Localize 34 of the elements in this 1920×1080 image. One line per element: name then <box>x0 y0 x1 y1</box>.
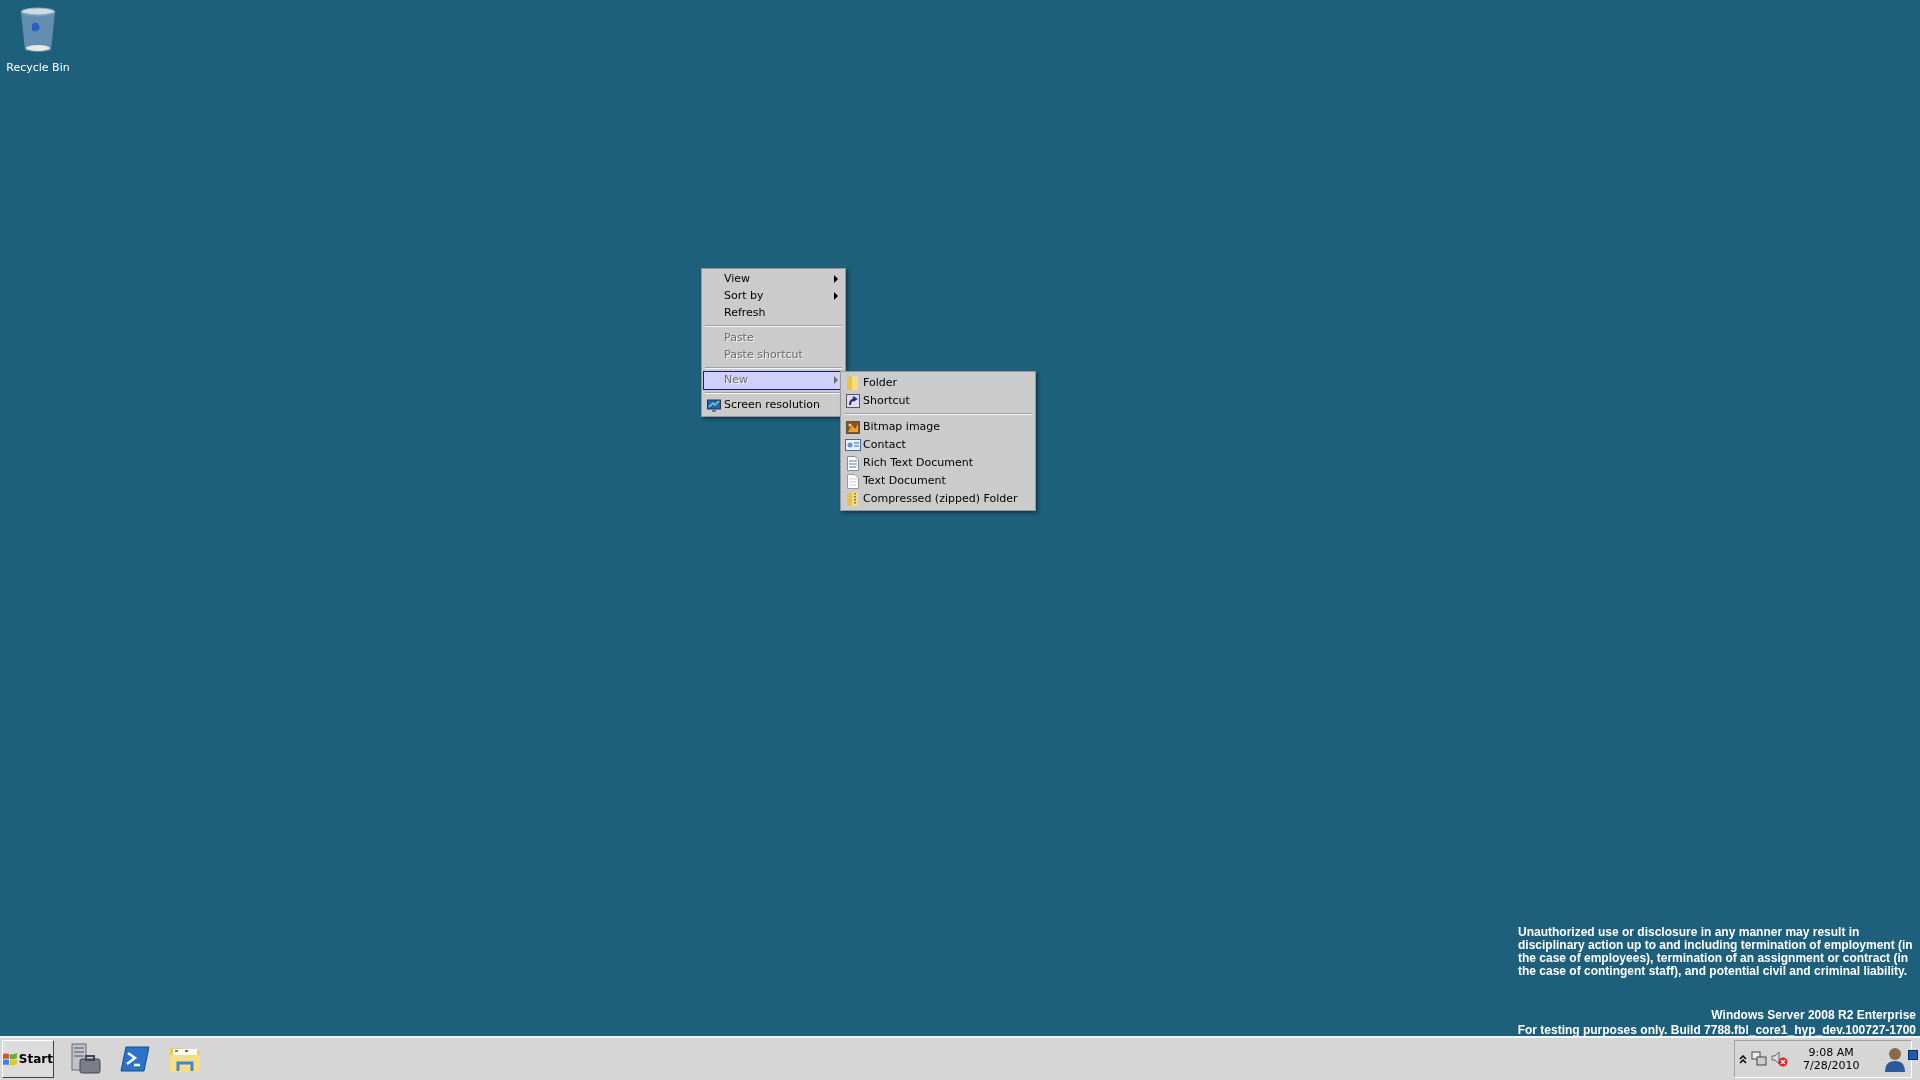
picture-icon <box>846 420 860 434</box>
menu-item[interactable]: Bitmap image <box>843 418 1033 436</box>
menu-item[interactable]: Folder <box>843 374 1033 392</box>
menu-item[interactable]: Sort by <box>704 288 843 305</box>
windows-logo-icon <box>3 1052 17 1066</box>
build-text: For testing purposes only. Build 7788.fbl_core1_hyp_dev.100727-1700 <box>1517 1022 1916 1039</box>
blank-document-icon <box>847 473 859 489</box>
shortcut-arrow-icon <box>846 394 860 408</box>
monitor-icon <box>707 398 721 413</box>
icon-label: Recycle Bin <box>6 60 70 76</box>
server-toolbox-icon[interactable] <box>68 1043 102 1075</box>
menu-item[interactable]: Refresh <box>704 305 843 322</box>
user-silhouette-icon[interactable] <box>1883 1046 1907 1072</box>
clock-time[interactable]: 9:08 AM <box>1808 1046 1854 1059</box>
recycle-bin-icon[interactable] <box>18 6 58 54</box>
edition-text: Windows Server 2008 R2 Enterprise <box>1711 1007 1916 1024</box>
disclaimer-text: Unauthorized use or disclosure in any manner may result in disciplinary action up to and including termination of employment (in the case of employees), termination of an assignment or contract (in the case of contingent staff), and potential civil and criminal liability. <box>1518 926 1914 978</box>
show-hidden-icons-chevron-icon[interactable] <box>1739 1054 1747 1064</box>
document-icon <box>847 455 859 471</box>
clock-date[interactable]: 7/28/2010 <box>1803 1059 1860 1072</box>
menu-item[interactable]: Text Document <box>843 472 1033 490</box>
menu-item[interactable]: View <box>704 271 843 288</box>
terminal-prompt-icon[interactable] <box>118 1043 152 1075</box>
menu-item[interactable]: Screen resolution <box>704 397 843 414</box>
folder-icon <box>846 375 860 391</box>
speaker-muted-icon[interactable] <box>1771 1051 1789 1067</box>
menu-item[interactable]: Compressed (zipped) Folder <box>843 490 1033 508</box>
network-icon[interactable] <box>1751 1051 1767 1067</box>
menu-item[interactable]: Shortcut <box>843 392 1033 410</box>
zipped-folder-icon <box>846 491 860 507</box>
menu-item[interactable]: Rich Text Document <box>843 454 1033 472</box>
menu-item[interactable]: Contact <box>843 436 1033 454</box>
start-button[interactable]: Start <box>2 1040 54 1078</box>
contact-card-icon <box>845 439 861 451</box>
